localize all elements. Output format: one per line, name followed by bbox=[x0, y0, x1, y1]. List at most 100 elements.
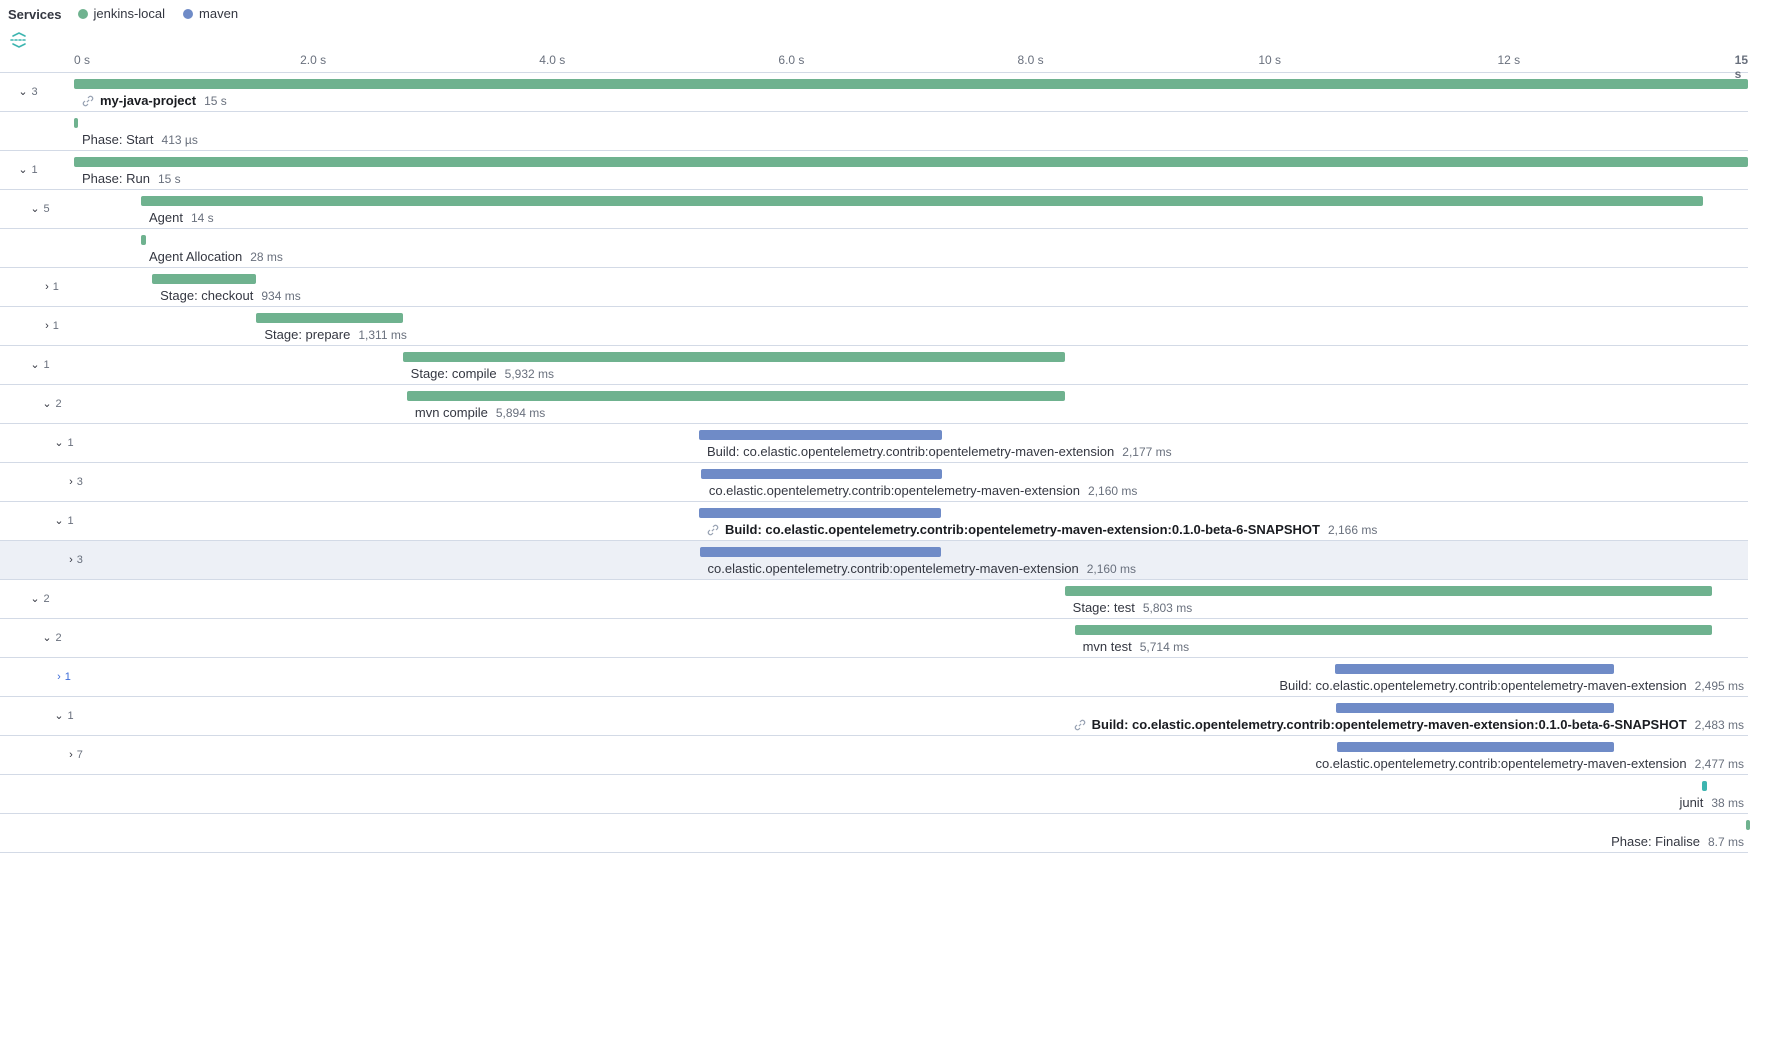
child-count: 1 bbox=[53, 320, 59, 332]
span-name: Agent Allocation bbox=[149, 249, 242, 264]
expand-toggle[interactable]: ›3 bbox=[56, 541, 96, 579]
span-row[interactable]: ⌄1 Stage: compile5,932 ms bbox=[0, 346, 1748, 385]
span-label: co.elastic.opentelemetry.contrib:opentel… bbox=[708, 561, 1137, 576]
span-row[interactable]: ›3co.elastic.opentelemetry.contrib:opent… bbox=[0, 541, 1748, 580]
expand-toggle[interactable]: ›3 bbox=[56, 463, 96, 501]
chevron-down-icon: ⌄ bbox=[30, 594, 39, 605]
span-label: mvn compile5,894 ms bbox=[415, 405, 545, 420]
expand-toggle[interactable]: ⌄2 bbox=[20, 580, 60, 618]
span-label: Stage: prepare1,311 ms bbox=[264, 327, 406, 342]
span-duration: 38 ms bbox=[1711, 796, 1744, 810]
span-name: junit bbox=[1679, 795, 1703, 810]
span-label: Stage: compile5,932 ms bbox=[411, 366, 554, 381]
span-row[interactable]: ⌄1Build: co.elastic.opentelemetry.contri… bbox=[0, 697, 1748, 736]
span-name: Build: co.elastic.opentelemetry.contrib:… bbox=[725, 522, 1320, 537]
expand-toggle[interactable]: ›7 bbox=[56, 736, 96, 774]
span-duration: 5,714 ms bbox=[1140, 640, 1189, 654]
chevron-right-icon: › bbox=[69, 750, 73, 761]
span-row[interactable]: ⌄2mvn compile5,894 ms bbox=[0, 385, 1748, 424]
span-duration: 5,803 ms bbox=[1143, 601, 1192, 615]
span-label: Stage: checkout934 ms bbox=[160, 288, 301, 303]
legend-item: maven bbox=[183, 6, 238, 21]
expand-toggle[interactable]: ⌄1 bbox=[44, 424, 84, 462]
span-bar bbox=[1065, 586, 1713, 596]
axis-tick: 12 s bbox=[1498, 53, 1521, 67]
legend-label: maven bbox=[199, 6, 238, 21]
expand-toggle[interactable]: ›1 bbox=[32, 307, 72, 345]
child-count: 3 bbox=[32, 86, 38, 98]
span-duration: 2,177 ms bbox=[1122, 445, 1171, 459]
child-count: 2 bbox=[56, 632, 62, 644]
chevron-right-icon: › bbox=[45, 321, 49, 332]
span-bar bbox=[1702, 781, 1707, 791]
span-row[interactable]: ›3 co.elastic.opentelemetry.contrib:opent… bbox=[0, 463, 1748, 502]
axis-tick: 6.0 s bbox=[778, 53, 804, 67]
child-count: 1 bbox=[68, 515, 74, 527]
span-row[interactable]: Phase: Start413 µs bbox=[0, 112, 1748, 151]
span-row[interactable]: Phase: Finalise8.7 ms bbox=[0, 814, 1748, 853]
chevron-right-icon: › bbox=[69, 555, 73, 566]
chevron-down-icon: ⌄ bbox=[18, 87, 27, 98]
span-bar bbox=[403, 352, 1065, 362]
link-icon bbox=[1074, 719, 1086, 731]
chevron-right-icon: › bbox=[45, 282, 49, 293]
axis-tick: 4.0 s bbox=[539, 53, 565, 67]
expand-toggle[interactable]: ⌄3 bbox=[8, 73, 48, 111]
span-label: Phase: Run15 s bbox=[82, 171, 181, 186]
expand-toggle[interactable]: ⌄5 bbox=[20, 190, 60, 228]
span-bar bbox=[152, 274, 256, 284]
expand-toggle[interactable]: ›1 bbox=[44, 658, 84, 696]
child-count: 2 bbox=[56, 398, 62, 410]
span-bar bbox=[700, 547, 941, 557]
span-row[interactable]: ›1Build: co.elastic.opentelemetry.contri… bbox=[0, 658, 1748, 697]
span-duration: 2,477 ms bbox=[1695, 757, 1744, 771]
span-row[interactable]: ›1 Stage: checkout934 ms bbox=[0, 268, 1748, 307]
span-name: Phase: Start bbox=[82, 132, 154, 147]
span-duration: 2,160 ms bbox=[1087, 562, 1136, 576]
span-duration: 2,166 ms bbox=[1328, 523, 1377, 537]
span-bar bbox=[699, 508, 941, 518]
expand-toggle[interactable]: ⌄1 bbox=[44, 502, 84, 540]
chevron-down-icon: ⌄ bbox=[42, 399, 51, 410]
span-label: Phase: Finalise8.7 ms bbox=[1611, 834, 1744, 849]
span-label: my-java-project15 s bbox=[82, 93, 227, 108]
expand-toggle[interactable]: ⌄1 bbox=[8, 151, 48, 189]
span-label: Build: co.elastic.opentelemetry.contrib:… bbox=[707, 522, 1377, 537]
expand-toggle[interactable]: ⌄2 bbox=[32, 619, 72, 657]
span-bar bbox=[1337, 742, 1613, 752]
waterfall-rows: ⌄3my-java-project15 sPhase: Start413 µs⌄… bbox=[0, 73, 1748, 853]
span-row[interactable]: ⌄5Agent14 s bbox=[0, 190, 1748, 229]
chevron-right-icon: › bbox=[69, 477, 73, 488]
span-row[interactable]: ⌄2Stage: test5,803 ms bbox=[0, 580, 1748, 619]
child-count: 1 bbox=[44, 359, 50, 371]
expand-toggle[interactable]: ⌄1 bbox=[44, 697, 84, 735]
span-row[interactable]: Agent Allocation 28 ms bbox=[0, 229, 1748, 268]
collapse-all-icon[interactable] bbox=[10, 32, 28, 48]
axis-tick: 8.0 s bbox=[1018, 53, 1044, 67]
expand-toggle[interactable]: ⌄1 bbox=[20, 346, 60, 384]
span-name: co.elastic.opentelemetry.contrib:opentel… bbox=[709, 483, 1080, 498]
span-bar bbox=[699, 430, 942, 440]
child-count: 3 bbox=[77, 554, 83, 566]
span-row[interactable]: ⌄2mvn test5,714 ms bbox=[0, 619, 1748, 658]
span-row[interactable]: ⌄1 Phase: Run15 s bbox=[0, 151, 1748, 190]
child-count: 1 bbox=[32, 164, 38, 176]
child-count: 1 bbox=[68, 710, 74, 722]
span-duration: 5,894 ms bbox=[496, 406, 545, 420]
span-name: Agent bbox=[149, 210, 183, 225]
span-duration: 2,495 ms bbox=[1695, 679, 1744, 693]
span-duration: 15 s bbox=[158, 172, 181, 186]
span-row[interactable]: junit 38 ms bbox=[0, 775, 1748, 814]
span-name: Stage: checkout bbox=[160, 288, 253, 303]
span-row[interactable]: ⌄1 Build: co.elastic.opentelemetry.contri… bbox=[0, 502, 1748, 541]
legend-label: jenkins-local bbox=[94, 6, 166, 21]
expand-toggle[interactable]: ›1 bbox=[32, 268, 72, 306]
span-row[interactable]: ⌄1Build: co.elastic.opentelemetry.contri… bbox=[0, 424, 1748, 463]
expand-toggle[interactable]: ⌄2 bbox=[32, 385, 72, 423]
span-duration: 28 ms bbox=[250, 250, 283, 264]
span-duration: 2,160 ms bbox=[1088, 484, 1137, 498]
span-row[interactable]: ›1Stage: prepare1,311 ms bbox=[0, 307, 1748, 346]
span-row[interactable]: ⌄3my-java-project15 s bbox=[0, 73, 1748, 112]
span-row[interactable]: ›7co.elastic.opentelemetry.contrib:opent… bbox=[0, 736, 1748, 775]
chevron-down-icon: ⌄ bbox=[54, 711, 63, 722]
